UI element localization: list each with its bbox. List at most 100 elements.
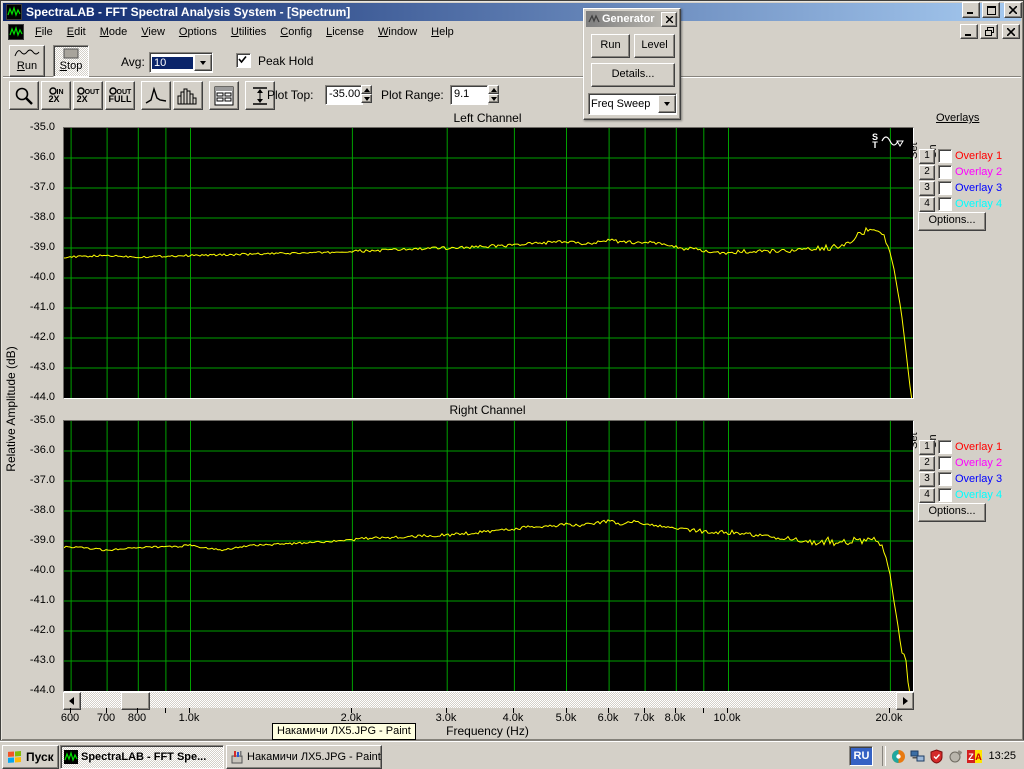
plot-top-input[interactable]: -35.00 <box>325 85 363 105</box>
avg-combobox[interactable]: 10 <box>149 52 213 73</box>
run-button[interactable]: Run <box>9 45 45 77</box>
overlay-label: Overlay 1 <box>955 441 1002 453</box>
menu-item-options[interactable]: Options <box>172 24 224 40</box>
overlay-label: Overlay 2 <box>955 166 1002 178</box>
x-axis-label: Frequency (Hz) <box>63 724 912 738</box>
overlay-on-checkbox-4[interactable] <box>938 197 952 211</box>
overlay-on-checkbox-1[interactable] <box>938 440 952 454</box>
menu-item-window[interactable]: Window <box>371 24 424 40</box>
overlay-set-button-4[interactable]: 4 <box>919 488 935 503</box>
generator-run-button[interactable]: Run <box>591 34 630 58</box>
generator-details-button[interactable]: Details... <box>591 63 675 87</box>
stereo-trace-badge: S T <box>872 133 905 149</box>
zoom-out-2x-icon[interactable]: OUT2X <box>73 81 103 110</box>
close-button[interactable] <box>1004 2 1022 18</box>
y-tick-label: -38.0 <box>0 504 55 516</box>
checkmark-icon <box>237 54 248 65</box>
mdi-restore-button[interactable] <box>980 24 998 39</box>
overlay-options-button[interactable]: Options... <box>918 503 986 522</box>
overlay-set-button-3[interactable]: 3 <box>919 472 935 487</box>
stop-rect-icon <box>63 48 79 59</box>
zoom-in-2x-icon[interactable]: IN2X <box>41 81 71 110</box>
left-channel-trace <box>64 128 913 398</box>
left-channel-plot <box>63 127 914 399</box>
network-icon[interactable] <box>910 749 925 764</box>
plot-range-spinner[interactable] <box>488 85 499 103</box>
scroll-left-arrow[interactable] <box>63 692 81 710</box>
window-title: SpectraLAB - FFT Spectral Analysis Syste… <box>26 5 350 19</box>
overlay-on-checkbox-2[interactable] <box>938 165 952 179</box>
taskbar: Пуск SpectraLAB - FFT Spe...Накамичи ЛХ5… <box>0 741 1024 769</box>
x-tick-label: 20.0k <box>876 712 903 724</box>
menu-item-config[interactable]: Config <box>273 24 319 40</box>
generator-mode-combobox[interactable]: Freq Sweep <box>588 93 677 115</box>
taskbar-task-2[interactable]: Накамичи ЛХ5.JPG - Paint <box>226 745 382 769</box>
overlay-set-button-1[interactable]: 1 <box>919 149 935 164</box>
overlay-options-button[interactable]: Options... <box>918 212 986 231</box>
mdi-close-button[interactable] <box>1002 24 1020 39</box>
overlay-set-button-2[interactable]: 2 <box>919 456 935 471</box>
spin-down-icon[interactable] <box>488 94 499 103</box>
generator-mode-dropdown-arrow[interactable] <box>658 95 676 113</box>
x-tick-label: 10.0k <box>714 712 741 724</box>
antivirus-shield-icon[interactable] <box>929 749 944 764</box>
overlay-on-checkbox-1[interactable] <box>938 149 952 163</box>
display-options-icon[interactable] <box>209 81 239 110</box>
overlay-on-checkbox-3[interactable] <box>938 472 952 486</box>
overlay-set-button-1[interactable]: 1 <box>919 440 935 455</box>
overlay-row: 2Overlay 2 <box>919 456 1002 470</box>
taskbar-task-1[interactable]: SpectraLAB - FFT Spe... <box>60 745 224 769</box>
paint-icon <box>230 750 244 764</box>
start-button[interactable]: Пуск <box>2 745 59 769</box>
volume-icon[interactable] <box>948 749 963 764</box>
frequency-scrollbar[interactable] <box>63 692 912 708</box>
mdi-child-icon[interactable] <box>8 24 24 40</box>
menu-item-utilities[interactable]: Utilities <box>224 24 273 40</box>
menu-item-help[interactable]: Help <box>424 24 461 40</box>
spin-down-icon[interactable] <box>361 94 372 103</box>
overlay-row: 1 Overlay 1 <box>919 440 1002 454</box>
menu-item-edit[interactable]: Edit <box>60 24 93 40</box>
avg-selected-value: 10 <box>152 57 193 69</box>
scroll-right-arrow[interactable] <box>896 692 914 710</box>
histogram-view-icon[interactable] <box>173 81 203 110</box>
scrollbar-thumb[interactable] <box>121 692 150 710</box>
overlay-set-button-4[interactable]: 4 <box>919 197 935 212</box>
menu-item-license[interactable]: License <box>319 24 371 40</box>
x-tick-label: 1.0k <box>179 712 200 724</box>
overlay-row: 3Overlay 3 <box>919 181 1002 195</box>
avg-dropdown-arrow[interactable] <box>194 54 212 71</box>
spectrum-view-icon[interactable] <box>141 81 171 110</box>
overlay-label: Overlay 1 <box>955 150 1002 162</box>
spin-up-icon[interactable] <box>488 85 499 94</box>
overlay-row: 1 Overlay 1 <box>919 149 1002 163</box>
zonealarm-icon[interactable]: ZA <box>967 749 982 764</box>
language-indicator[interactable]: RU <box>849 746 873 766</box>
spin-up-icon[interactable] <box>361 85 372 94</box>
peak-hold-checkbox[interactable] <box>236 53 251 68</box>
mdi-minimize-button[interactable] <box>960 24 978 39</box>
menu-item-mode[interactable]: Mode <box>93 24 135 40</box>
overlay-on-checkbox-2[interactable] <box>938 456 952 470</box>
zoom-out-full-icon[interactable]: OUTFULL <box>105 81 135 110</box>
overlay-on-checkbox-3[interactable] <box>938 181 952 195</box>
overlay-on-checkbox-4[interactable] <box>938 488 952 502</box>
overlay-set-button-2[interactable]: 2 <box>919 165 935 180</box>
zoom-icon[interactable] <box>9 81 39 110</box>
plot-range-input[interactable]: 9.1 <box>450 85 488 105</box>
menu-item-file[interactable]: File <box>28 24 60 40</box>
media-player-icon[interactable] <box>891 749 906 764</box>
plot-top-spinner[interactable] <box>361 85 372 103</box>
y-tick-label: -41.0 <box>0 301 55 313</box>
overlay-set-button-3[interactable]: 3 <box>919 181 935 196</box>
x-tick-label: 3.0k <box>436 712 457 724</box>
generator-level-button[interactable]: Level <box>634 34 675 58</box>
x-tick-mark <box>165 708 166 713</box>
stop-button[interactable]: Stop <box>53 45 89 77</box>
generator-window: Generator Run Level Details... Freq Swee… <box>583 8 681 120</box>
minimize-button[interactable] <box>962 2 980 18</box>
menu-bar: FileEditModeViewOptionsUtilitiesConfigLi… <box>3 22 1021 41</box>
menu-item-view[interactable]: View <box>134 24 172 40</box>
generator-close-button[interactable] <box>661 12 677 27</box>
maximize-button[interactable] <box>982 2 1000 18</box>
